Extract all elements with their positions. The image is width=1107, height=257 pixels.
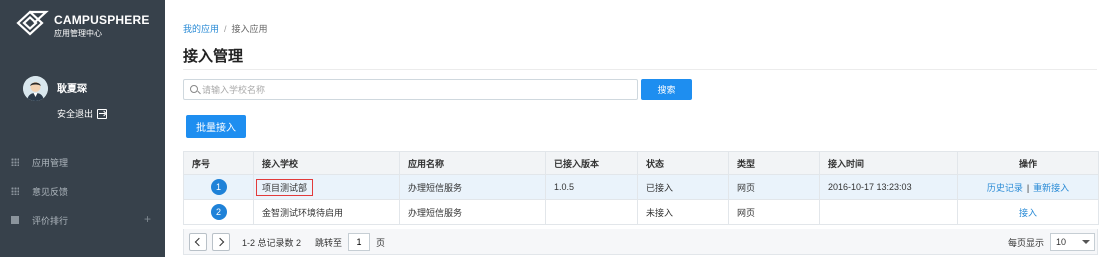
row-number-badge: 1 xyxy=(210,179,227,195)
avatar-icon xyxy=(23,76,48,101)
column-header: 接入时间 xyxy=(819,151,958,175)
column-header: 序号 xyxy=(183,151,254,175)
sidebar-item-rating-ranking[interactable]: 评价排行 + xyxy=(0,209,165,231)
search-input[interactable] xyxy=(202,82,632,97)
type-cell: 网页 xyxy=(728,174,820,200)
access-time-cell xyxy=(819,199,958,225)
column-header: 应用名称 xyxy=(399,151,546,175)
divider xyxy=(183,69,1097,70)
breadcrumb-current: 接入应用 xyxy=(231,24,268,34)
version-cell xyxy=(545,199,638,225)
column-header: 操作 xyxy=(957,151,1099,175)
column-header: 已接入版本 xyxy=(545,151,638,175)
status-cell: 已接入 xyxy=(637,174,729,200)
history-link[interactable]: 历史记录 xyxy=(987,183,1023,193)
next-page-button[interactable] xyxy=(212,233,230,251)
goto-page-input[interactable] xyxy=(348,233,370,251)
table-row[interactable]: 2 金智测试环境待启用 办理短信服务 未接入 网页 接入 xyxy=(183,199,1099,225)
pagination-bar: 1-2 总记录数 2 跳转至 页 每页显示 10 xyxy=(183,229,1098,255)
sidebar-item-label: 应用管理 xyxy=(32,157,69,168)
record-summary: 1-2 总记录数 2 xyxy=(242,238,302,248)
expand-plus-icon[interactable]: + xyxy=(144,212,151,226)
campusphere-logo-icon xyxy=(16,10,49,36)
row-number-cell: 2 xyxy=(183,199,254,225)
access-time-cell: 2016-10-17 13:23:03 xyxy=(819,174,958,200)
column-header: 类型 xyxy=(728,151,820,175)
user-name: 耿夏琛 xyxy=(57,84,87,95)
column-header: 接入学校 xyxy=(253,151,400,175)
brand-subtitle: 应用管理中心 xyxy=(54,29,102,38)
sidebar-item-label: 意见反馈 xyxy=(32,186,69,197)
sidebar-item-app-management[interactable]: 应用管理 xyxy=(0,151,165,173)
page-size-select[interactable]: 10 xyxy=(1050,233,1095,251)
breadcrumb-home-link[interactable]: 我的应用 xyxy=(183,24,219,34)
search-button[interactable]: 搜索 xyxy=(641,79,692,100)
batch-access-button[interactable]: 批量接入 xyxy=(186,115,246,138)
school-name-highlighted: 项目测试部 xyxy=(256,178,314,196)
row-number-cell: 1 xyxy=(183,174,254,200)
access-link[interactable]: 接入 xyxy=(1019,208,1037,218)
status-cell: 未接入 xyxy=(637,199,729,225)
sidebar-item-feedback[interactable]: 意见反馈 xyxy=(0,180,165,202)
reconnect-link[interactable]: 重新接入 xyxy=(1033,183,1069,193)
chevron-right-icon xyxy=(215,237,225,247)
page-size-value: 10 xyxy=(1056,237,1067,247)
logout-icon xyxy=(97,108,108,119)
operations-cell: 历史记录 | 重新接入 xyxy=(957,174,1099,200)
version-cell: 1.0.5 xyxy=(545,174,638,200)
access-table: 序号 接入学校 应用名称 已接入版本 状态 类型 接入时间 操作 1 项目测试部… xyxy=(183,151,1099,225)
brand-name: CAMPUSPHERE xyxy=(54,13,150,27)
breadcrumb: 我的应用 / 接入应用 xyxy=(183,22,268,35)
type-cell: 网页 xyxy=(728,199,820,225)
prev-page-button[interactable] xyxy=(189,233,207,251)
operations-cell: 接入 xyxy=(957,199,1099,225)
goto-label: 跳转至 xyxy=(315,238,343,248)
table-header-row: 序号 接入学校 应用名称 已接入版本 状态 类型 接入时间 操作 xyxy=(183,151,1099,175)
sidebar-item-label: 评价排行 xyxy=(32,215,69,226)
chevron-left-icon xyxy=(194,237,204,247)
sidebar: CAMPUSPHERE 应用管理中心 耿夏琛 安全退出 应用管理 意见反馈 评价… xyxy=(0,0,165,257)
grid-icon xyxy=(11,187,19,195)
app-name-cell: 办理短信服务 xyxy=(399,174,546,200)
column-header: 状态 xyxy=(637,151,729,175)
search-box[interactable] xyxy=(183,79,638,100)
school-cell: 项目测试部 xyxy=(253,174,400,200)
app-name-cell: 办理短信服务 xyxy=(399,199,546,225)
caret-down-icon xyxy=(1082,240,1090,244)
page-title: 接入管理 xyxy=(183,48,244,65)
page-unit-label: 页 xyxy=(376,238,386,248)
chart-icon xyxy=(11,216,19,224)
logout-label: 安全退出 xyxy=(57,109,94,119)
avatar[interactable] xyxy=(23,76,48,101)
breadcrumb-separator: / xyxy=(224,24,227,34)
main-content: 我的应用 / 接入应用 接入管理 搜索 批量接入 序号 接入学校 应用名称 已接入版… xyxy=(165,0,1107,257)
grid-icon xyxy=(11,158,19,166)
logout-button[interactable]: 安全退出 xyxy=(57,107,108,120)
row-number-badge: 2 xyxy=(210,204,227,220)
brand[interactable]: CAMPUSPHERE 应用管理中心 xyxy=(14,10,164,40)
page-size-label: 每页显示 xyxy=(1008,238,1045,248)
op-separator: | xyxy=(1026,182,1030,193)
table-row[interactable]: 1 项目测试部 办理短信服务 1.0.5 已接入 网页 2016-10-17 1… xyxy=(183,174,1099,200)
school-cell: 金智测试环境待启用 xyxy=(253,199,400,225)
search-icon xyxy=(190,85,198,93)
